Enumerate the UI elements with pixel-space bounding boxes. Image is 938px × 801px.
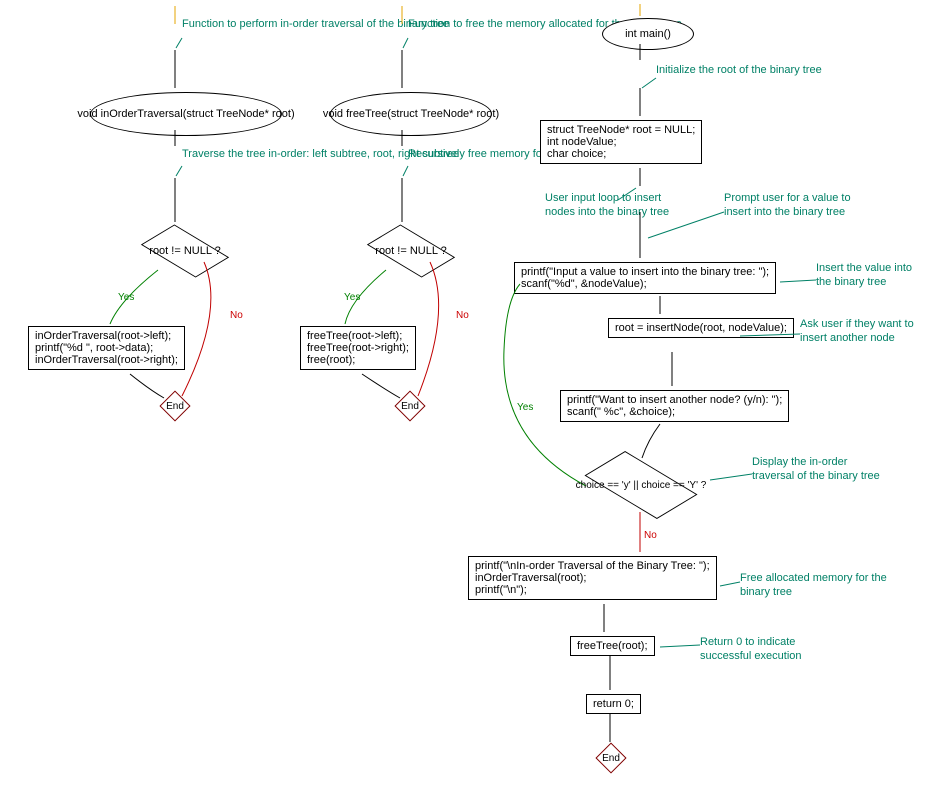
fc3-prompt: printf("Input a value to insert into the… [514, 262, 776, 294]
fc3-end-label: End [602, 753, 620, 764]
fc1-decision-label: root != NULL ? [149, 245, 220, 257]
fc1-start-label: void inOrderTraversal(struct TreeNode* r… [77, 108, 294, 120]
fc2-yes: Yes [344, 292, 360, 303]
fc1-no: No [230, 310, 243, 321]
fc1-decision: root != NULL ? [130, 226, 240, 276]
fc3-start-label: int main() [625, 28, 671, 40]
fc2-end: End [396, 392, 424, 420]
fc3-insert-comment: Insert the value into the binary tree [816, 262, 916, 290]
fc3-end: End [597, 744, 625, 772]
fc3-ask: printf("Want to insert another node? (y/… [560, 390, 789, 422]
fc3-start: int main() [602, 18, 694, 50]
fc1-yes: Yes [118, 292, 134, 303]
fc3-prompt-comment: Prompt user for a value to insert into t… [724, 192, 854, 220]
fc2-start-label: void freeTree(struct TreeNode* root) [323, 108, 499, 120]
fc2-start: void freeTree(struct TreeNode* root) [330, 92, 492, 136]
fc3-display: printf("\nIn-order Traversal of the Bina… [468, 556, 717, 600]
fc2-yes-block: freeTree(root->left); freeTree(root->rig… [300, 326, 416, 370]
fc3-decision-label: choice == 'y' || choice == 'Y' ? [576, 480, 707, 491]
fc3-loop-comment: User input loop to insert nodes into the… [545, 192, 685, 220]
fc3-init: struct TreeNode* root = NULL; int nodeVa… [540, 120, 702, 164]
fc3-display-comment: Display the in-order traversal of the bi… [752, 456, 892, 484]
fc1-end-label: End [166, 401, 184, 412]
fc2-decision: root != NULL ? [356, 226, 466, 276]
fc1-yes-block: inOrderTraversal(root->left); printf("%d… [28, 326, 185, 370]
fc1-end: End [161, 392, 189, 420]
fc3-return-comment: Return 0 to indicate successful executio… [700, 636, 840, 664]
fc3-insert: root = insertNode(root, nodeValue); [608, 318, 794, 338]
fc3-init-comment: Initialize the root of the binary tree [656, 64, 822, 78]
fc3-yes: Yes [517, 402, 533, 413]
fc3-decision: choice == 'y' || choice == 'Y' ? [576, 460, 706, 510]
fc2-end-label: End [401, 401, 419, 412]
fc3-ask-comment: Ask user if they want to insert another … [800, 318, 920, 346]
fc3-free-comment: Free allocated memory for the binary tre… [740, 572, 890, 600]
fc3-no: No [644, 530, 657, 541]
fc2-no: No [456, 310, 469, 321]
fc3-return: return 0; [586, 694, 641, 714]
fc1-start: void inOrderTraversal(struct TreeNode* r… [90, 92, 282, 136]
fc3-free: freeTree(root); [570, 636, 655, 656]
fc2-decision-label: root != NULL ? [375, 245, 446, 257]
